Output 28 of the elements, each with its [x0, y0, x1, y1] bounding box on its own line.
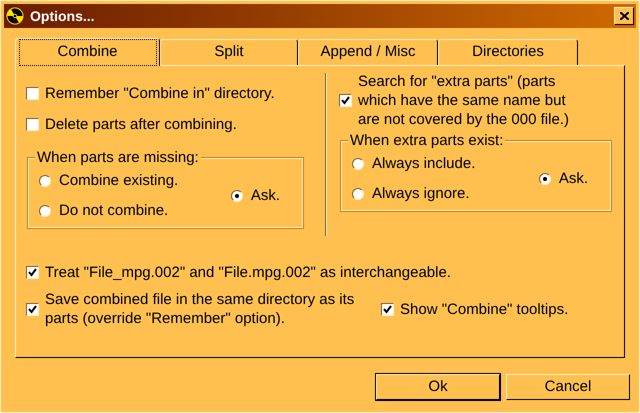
checkbox[interactable]: Delete parts after combining. — [26, 115, 316, 134]
checkmark-icon — [383, 304, 392, 314]
close-icon — [620, 12, 628, 20]
checkmark-icon — [28, 268, 37, 277]
radio-button[interactable]: Always include. — [352, 152, 539, 175]
checkmark-icon — [28, 304, 37, 314]
radio-button[interactable]: Ask. — [230, 184, 280, 208]
checkbox[interactable]: Remember "Combine in" directory. — [26, 84, 316, 103]
checkbox[interactable]: Treat "File_mpg.002" and "File.mpg.002" as interchangeable. — [26, 263, 614, 282]
close-button[interactable] — [614, 7, 634, 25]
radiation-icon — [6, 7, 24, 25]
radio-button[interactable]: Combine existing. — [39, 170, 231, 192]
tab[interactable]: Append / Misc — [298, 39, 438, 65]
radio-button[interactable]: Always ignore. — [352, 183, 539, 206]
radio-button[interactable]: Ask. — [538, 168, 588, 190]
tab[interactable]: Combine — [15, 38, 160, 66]
tab[interactable]: Directories — [438, 39, 578, 65]
checkbox[interactable]: Show "Combine" tooltips. — [381, 300, 568, 318]
group-title: When parts are missing: — [35, 148, 201, 168]
checkmark-icon — [341, 96, 350, 105]
group-title: When extra parts exist: — [348, 131, 506, 151]
checkbox[interactable]: Save combined file in the same directory as its parts (override "Remember" option). — [26, 290, 371, 328]
checkbox[interactable]: Search for "extra parts" (parts which have the same name but are not covered by the 000 file.) — [339, 72, 589, 129]
radio-button[interactable]: Do not combine. — [39, 200, 231, 222]
window-title: Options... — [30, 6, 96, 26]
dialog-button[interactable]: Cancel — [506, 374, 630, 400]
dialog-button[interactable]: Ok — [376, 374, 500, 400]
tab[interactable]: Split — [160, 39, 298, 65]
